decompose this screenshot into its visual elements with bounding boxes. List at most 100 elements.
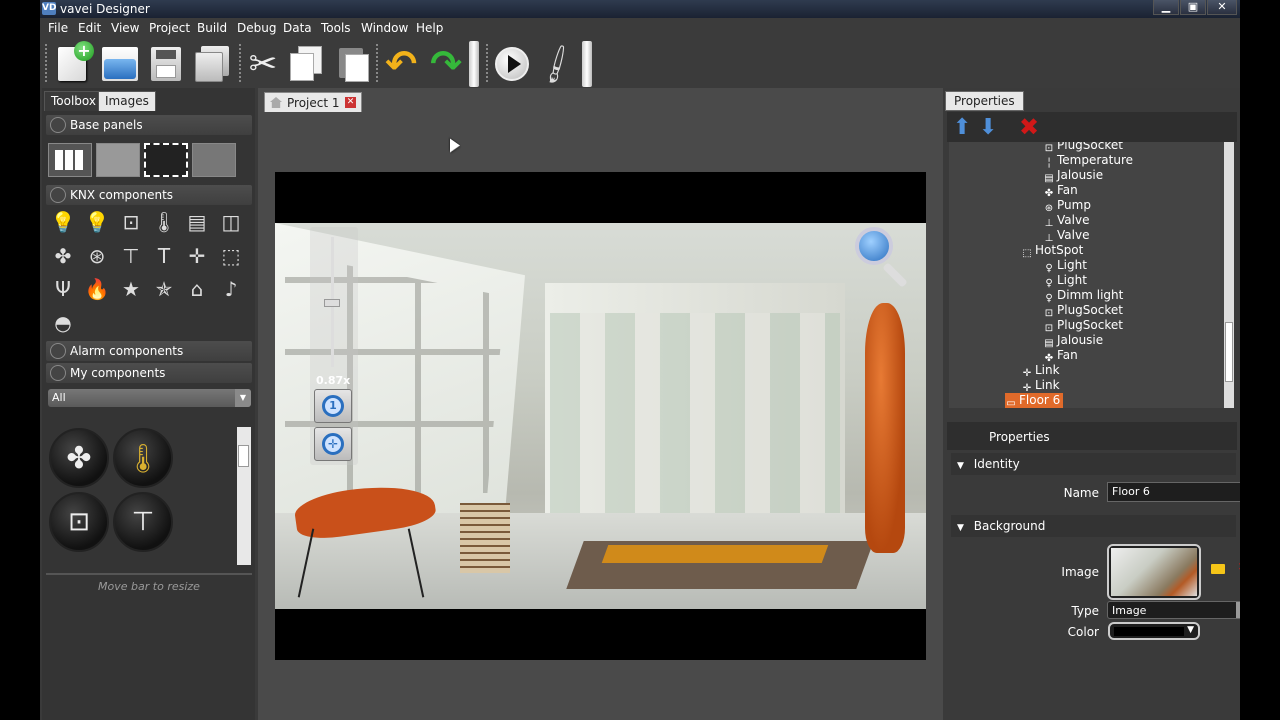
tree-item[interactable]: ▤ Jalousie bbox=[1043, 333, 1103, 349]
close-window-button[interactable]: ✕ bbox=[1207, 0, 1237, 15]
components-scrollbar[interactable] bbox=[237, 427, 251, 565]
delete-icon[interactable]: ✖ bbox=[1019, 113, 1039, 141]
tree-item[interactable]: ⊡ PlugSocket bbox=[1043, 303, 1123, 319]
toolbar-overflow-handle[interactable] bbox=[469, 41, 479, 87]
menu-file[interactable]: File bbox=[48, 21, 68, 35]
deploy-button[interactable]: 🖌 bbox=[533, 41, 580, 87]
maximize-button[interactable]: ▣ bbox=[1180, 0, 1206, 15]
sound-icon[interactable]: ♪ bbox=[216, 274, 246, 304]
menu-tools[interactable]: Tools bbox=[321, 21, 351, 35]
light-bulb-icon[interactable]: 💡 bbox=[48, 207, 78, 237]
tree-scrollbar[interactable] bbox=[1224, 142, 1234, 408]
hotspot-panel-icon[interactable] bbox=[144, 143, 188, 177]
paste-button[interactable] bbox=[332, 44, 372, 84]
minimize-button[interactable]: ▁ bbox=[1153, 0, 1179, 15]
section-alarm-components[interactable]: Alarm components bbox=[46, 341, 252, 361]
tree-item[interactable]: ⬚ HotSpot bbox=[1021, 243, 1083, 259]
toolbar-grip[interactable] bbox=[45, 44, 48, 82]
tab-images[interactable]: Images bbox=[98, 91, 156, 111]
gauge-icon[interactable]: ◓ bbox=[48, 308, 78, 338]
garage-icon[interactable]: ⌂ bbox=[182, 274, 212, 304]
section-base-panels[interactable]: Base panels bbox=[46, 115, 252, 135]
cut-button[interactable]: ✂ bbox=[243, 44, 283, 84]
tree-item[interactable]: ✤ Fan bbox=[1043, 183, 1078, 199]
link-icon[interactable]: ✛ bbox=[182, 241, 212, 271]
zoom-actual-size-button[interactable]: 1 bbox=[314, 389, 352, 423]
move-up-icon[interactable]: ⬆ bbox=[953, 115, 971, 140]
menu-project[interactable]: Project bbox=[149, 21, 190, 35]
my-valve-component[interactable]: ⊤ bbox=[113, 492, 173, 552]
tree-item[interactable]: ⊡ PlugSocket bbox=[1043, 318, 1123, 334]
component-filter-select[interactable]: All ▼ bbox=[48, 389, 251, 407]
zoom-toggle-button[interactable] bbox=[855, 227, 925, 297]
copy-button[interactable] bbox=[287, 44, 327, 84]
tree-item-selected[interactable]: ▭ Floor 6 bbox=[1005, 393, 1064, 408]
section-knx-components[interactable]: KNX components bbox=[46, 185, 252, 205]
close-tab-icon[interactable]: ✕ bbox=[345, 97, 356, 108]
tree-item[interactable]: ♀ Dimm light bbox=[1043, 288, 1123, 304]
tree-item[interactable]: ✛ Link bbox=[1021, 363, 1060, 379]
undo-button[interactable]: ↶ bbox=[381, 42, 421, 86]
tree-item[interactable]: ╎ Temperature bbox=[1043, 153, 1133, 169]
run-button[interactable] bbox=[492, 44, 532, 84]
tree-item[interactable]: ♀ Light bbox=[1043, 258, 1087, 274]
tree-item[interactable]: ⊡ PlugSocket bbox=[1043, 142, 1123, 154]
jalousie-icon[interactable]: ▤ bbox=[182, 207, 212, 237]
dimm-light-icon[interactable]: 💡 bbox=[82, 207, 112, 237]
tab-toolbox[interactable]: Toolbox bbox=[44, 91, 103, 111]
toolbar-grip-4[interactable] bbox=[486, 44, 489, 82]
group-background[interactable]: ▼ Background bbox=[951, 515, 1236, 537]
menu-view[interactable]: View bbox=[111, 21, 139, 35]
color-picker[interactable]: ▼ bbox=[1108, 622, 1200, 640]
my-thermometer-component[interactable]: 🌡 bbox=[113, 428, 173, 488]
tab-properties[interactable]: Properties bbox=[945, 91, 1024, 111]
antenna-icon[interactable]: Ψ bbox=[48, 274, 78, 304]
zoom-slider-thumb[interactable] bbox=[324, 299, 340, 307]
group-identity[interactable]: ▼ Identity bbox=[951, 453, 1236, 475]
tree-item[interactable]: ▤ Jalousie bbox=[1043, 168, 1103, 184]
floorplan-panel-icon[interactable] bbox=[96, 143, 140, 177]
pump-icon[interactable]: ⊛ bbox=[82, 241, 112, 271]
move-down-icon[interactable]: ⬇ bbox=[979, 115, 997, 140]
menu-debug[interactable]: Debug bbox=[237, 21, 276, 35]
design-canvas[interactable]: 0.87x 1 ✛ bbox=[275, 172, 926, 660]
open-button[interactable] bbox=[100, 44, 140, 84]
fire-icon[interactable]: 🔥 bbox=[82, 274, 112, 304]
new-project-button[interactable]: + bbox=[52, 41, 94, 84]
resize-hint[interactable]: Move bar to resize bbox=[46, 573, 252, 593]
menu-build[interactable]: Build bbox=[197, 21, 227, 35]
toolbar-overflow-handle-2[interactable] bbox=[582, 41, 592, 87]
hotspot-icon[interactable]: ⬚ bbox=[216, 241, 246, 271]
tree-item[interactable]: ⊛ Pump bbox=[1043, 198, 1091, 214]
name-input[interactable]: Floor 6 bbox=[1107, 482, 1240, 502]
menu-edit[interactable]: Edit bbox=[78, 21, 101, 35]
tab-project-1[interactable]: Project 1 ✕ bbox=[264, 92, 362, 112]
tree-item[interactable]: ♀ Light bbox=[1043, 273, 1087, 289]
fan-icon[interactable]: ✤ bbox=[48, 241, 78, 271]
clear-image-icon[interactable]: ✖ bbox=[1238, 560, 1240, 575]
scrollbar-thumb[interactable] bbox=[238, 445, 249, 467]
section-my-components[interactable]: My components bbox=[46, 363, 252, 383]
redo-button[interactable]: ↷ bbox=[426, 42, 466, 86]
tree-item[interactable]: ⊥ Valve bbox=[1043, 213, 1090, 229]
valve-icon[interactable]: ⊤ bbox=[116, 241, 146, 271]
star-burst-icon[interactable]: ✯ bbox=[149, 274, 179, 304]
save-button[interactable] bbox=[146, 44, 186, 84]
thermometer-icon[interactable]: 🌡 bbox=[149, 207, 179, 237]
tree-item[interactable]: ✛ Link bbox=[1021, 378, 1060, 394]
tree-item[interactable]: ✤ Fan bbox=[1043, 348, 1078, 364]
menu-data[interactable]: Data bbox=[283, 21, 312, 35]
zoom-fit-button[interactable]: ✛ bbox=[314, 427, 352, 461]
control-panel-icon[interactable] bbox=[192, 143, 236, 177]
menu-help[interactable]: Help bbox=[416, 21, 443, 35]
tree-item[interactable]: ⊥ Valve bbox=[1043, 228, 1090, 244]
toolbar-grip-3[interactable] bbox=[376, 44, 379, 82]
my-socket-component[interactable]: ⊡ bbox=[49, 492, 109, 552]
save-all-button[interactable] bbox=[192, 44, 232, 84]
type-select[interactable]: Image bbox=[1107, 601, 1240, 619]
text-icon[interactable]: T bbox=[149, 241, 179, 271]
scrollbar-thumb[interactable] bbox=[1225, 322, 1233, 382]
window-icon[interactable]: ◫ bbox=[216, 207, 246, 237]
folder-icon[interactable] bbox=[1211, 564, 1225, 574]
socket-icon[interactable]: ⊡ bbox=[116, 207, 146, 237]
